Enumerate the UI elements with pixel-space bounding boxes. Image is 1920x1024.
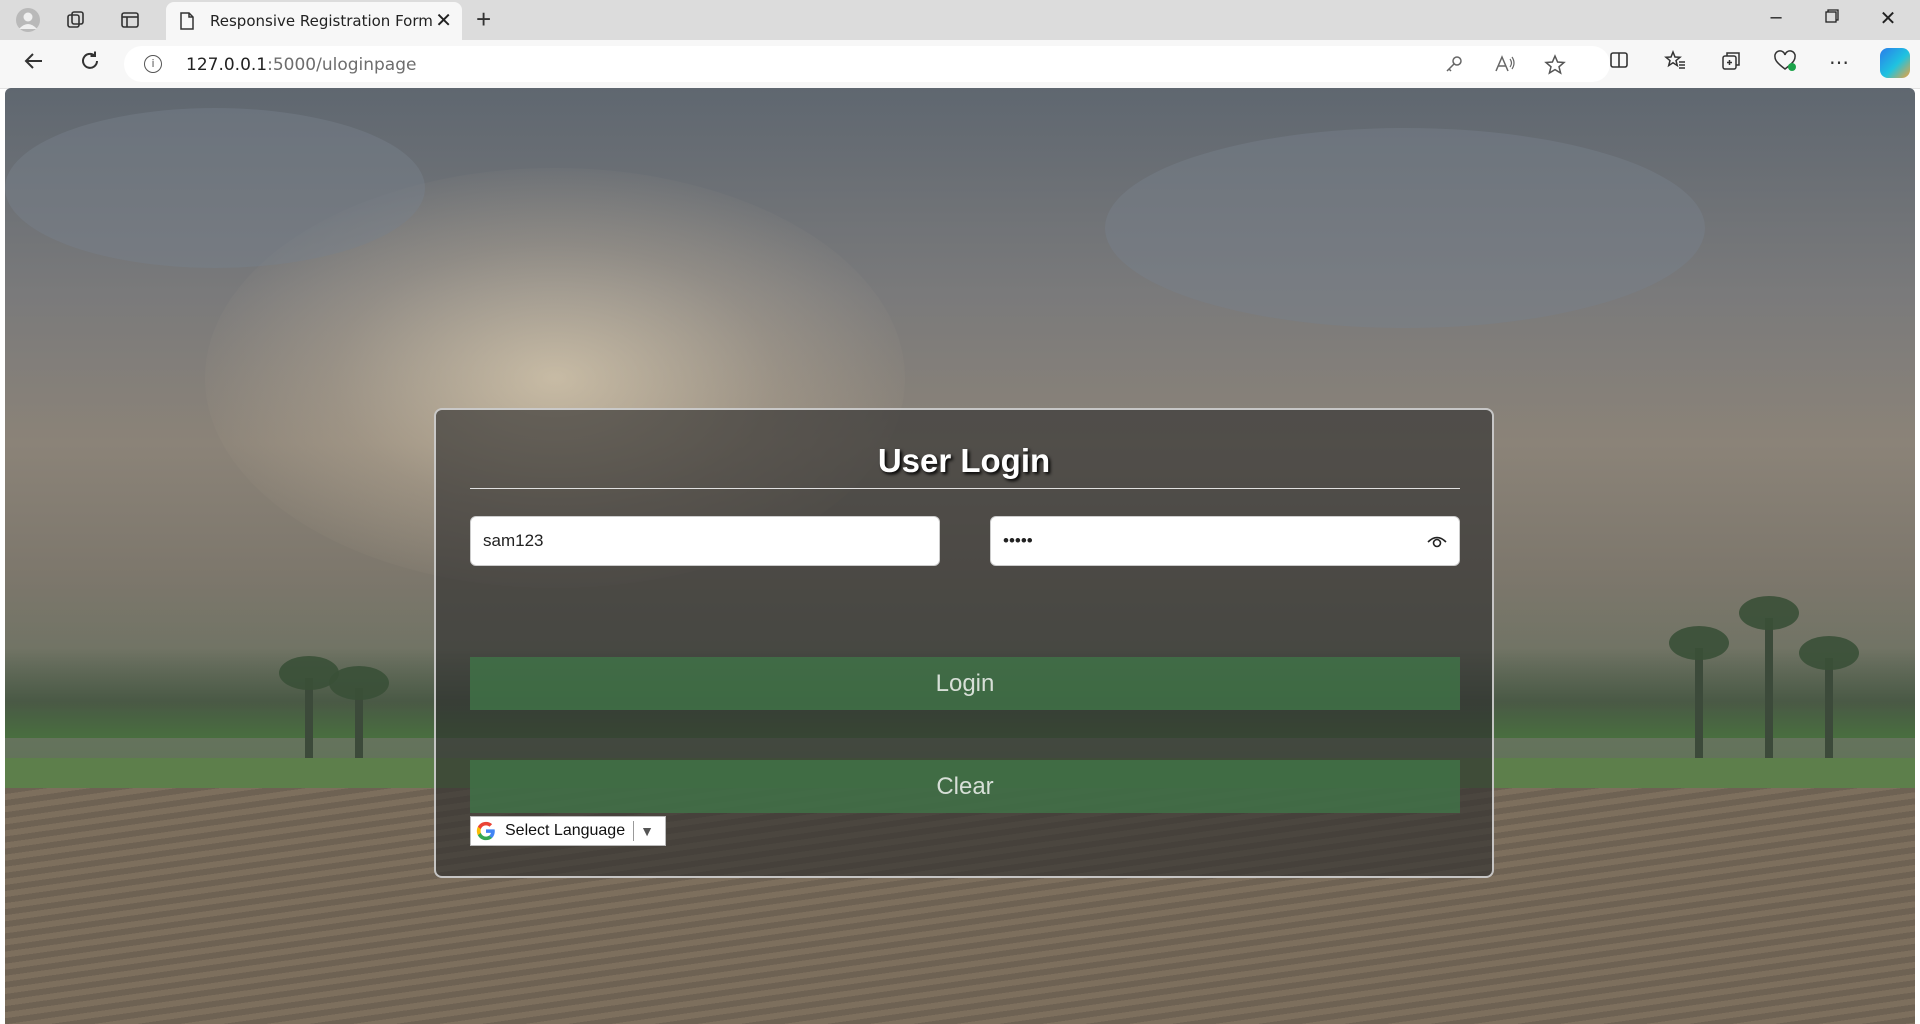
favorites-icon[interactable] <box>1660 49 1690 76</box>
title-divider <box>470 488 1460 489</box>
address-bar: i 127.0.0.1:5000/uloginpage ⋯ <box>0 40 1920 89</box>
language-select[interactable]: Select Language ▼ <box>470 816 666 846</box>
url-text[interactable]: 127.0.0.1:5000/uloginpage <box>186 55 416 75</box>
password-key-icon[interactable] <box>1444 54 1464 79</box>
restore-icon[interactable] <box>1812 6 1852 29</box>
close-window-icon[interactable]: ✕ <box>1868 6 1908 31</box>
background-cloud <box>5 108 425 268</box>
select-separator <box>633 821 635 841</box>
background-palm <box>1799 636 1859 768</box>
profile-icon[interactable] <box>10 4 46 36</box>
back-arrow-icon[interactable] <box>18 50 50 78</box>
page-title: User Login <box>877 442 1051 479</box>
minimize-icon[interactable]: – <box>1756 6 1796 29</box>
background-palm <box>279 656 339 768</box>
background-palm <box>1669 626 1729 768</box>
collections-icon[interactable] <box>1716 50 1746 78</box>
clear-button[interactable]: Clear <box>470 760 1460 813</box>
login-button[interactable]: Login <box>470 657 1460 710</box>
page-viewport: User Login sam123 ••••• Login Clear Sele… <box>5 88 1915 1024</box>
tab-registration-form[interactable]: Responsive Registration Form ✕ <box>166 2 462 40</box>
page-icon <box>180 12 194 30</box>
google-logo-icon <box>476 821 495 841</box>
tab-bar: Responsive Registration Form ✕ + – ✕ <box>0 0 1920 40</box>
tab-title: Responsive Registration Form <box>210 12 433 30</box>
refresh-icon[interactable] <box>74 50 106 78</box>
password-masked-text: ••••• <box>1003 531 1033 550</box>
background-cloud <box>1105 128 1705 328</box>
dropdown-arrow-icon[interactable]: ▼ <box>640 823 654 839</box>
favorite-star-icon[interactable] <box>1544 54 1566 81</box>
more-options-icon[interactable]: ⋯ <box>1824 50 1854 75</box>
password-field[interactable]: ••••• <box>990 516 1460 566</box>
workspaces-icon[interactable] <box>58 4 94 36</box>
show-password-eye-icon[interactable] <box>1427 532 1447 550</box>
login-card: User Login sam123 ••••• Login Clear Sele… <box>434 408 1494 878</box>
browser-essentials-icon[interactable] <box>1770 50 1800 78</box>
username-field[interactable]: sam123 <box>470 516 940 566</box>
new-tab-icon[interactable]: + <box>476 4 491 35</box>
vertical-tabs-icon[interactable] <box>112 4 148 36</box>
split-screen-icon[interactable] <box>1604 50 1634 76</box>
background-palm <box>329 666 389 768</box>
language-select-label: Select Language <box>505 822 626 839</box>
background-palm <box>1739 596 1799 768</box>
copilot-icon[interactable] <box>1880 48 1910 78</box>
site-info-icon[interactable]: i <box>144 55 162 73</box>
url-box[interactable]: i 127.0.0.1:5000/uloginpage <box>124 46 1610 82</box>
close-tab-icon[interactable]: ✕ <box>435 8 452 33</box>
read-aloud-icon[interactable] <box>1494 54 1516 79</box>
